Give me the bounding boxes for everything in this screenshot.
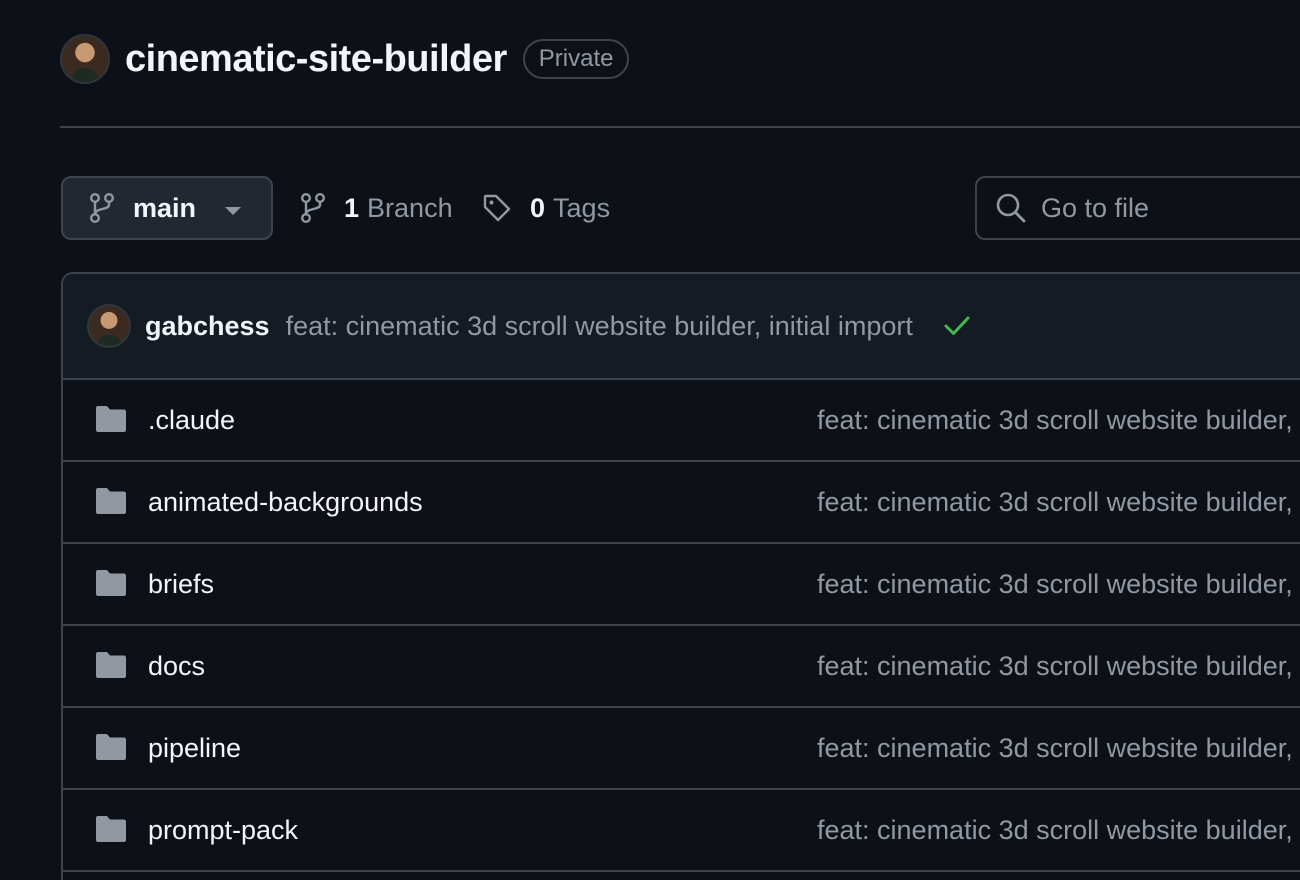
check-icon[interactable] xyxy=(943,314,971,338)
folder-icon xyxy=(96,570,126,596)
go-to-file-input[interactable] xyxy=(1041,192,1300,224)
commit-author-avatar[interactable] xyxy=(87,304,131,348)
file-row[interactable]: briefs feat: cinematic 3d scroll website… xyxy=(63,544,1300,626)
file-name[interactable]: .claude xyxy=(148,405,235,436)
latest-commit-row: gabchess feat: cinematic 3d scroll websi… xyxy=(63,274,1300,380)
file-table: gabchess feat: cinematic 3d scroll websi… xyxy=(61,272,1300,880)
search-icon xyxy=(996,193,1026,223)
tags-link[interactable]: 0 Tags xyxy=(482,188,610,228)
file-commit-message[interactable]: feat: cinematic 3d scroll website builde… xyxy=(817,569,1300,600)
file-commit-message[interactable]: feat: cinematic 3d scroll website builde… xyxy=(817,815,1300,846)
owner-avatar[interactable] xyxy=(60,34,110,84)
git-branch-icon xyxy=(301,193,326,224)
file-row[interactable]: animated-backgrounds feat: cinematic 3d … xyxy=(63,462,1300,544)
folder-icon xyxy=(96,488,126,514)
folder-icon xyxy=(96,652,126,678)
file-name[interactable]: animated-backgrounds xyxy=(148,487,423,518)
folder-icon xyxy=(96,406,126,432)
file-commit-message[interactable]: feat: cinematic 3d scroll website builde… xyxy=(817,405,1300,436)
file-commit-message[interactable]: feat: cinematic 3d scroll website builde… xyxy=(817,487,1300,518)
header-divider xyxy=(60,126,1300,128)
branch-select-button[interactable]: main xyxy=(61,176,273,240)
repo-header: cinematic-site-builder Private xyxy=(60,34,630,84)
branches-count: 1 xyxy=(344,192,360,223)
file-row[interactable]: docs feat: cinematic 3d scroll website b… xyxy=(63,626,1300,708)
branches-link[interactable]: 1 Branch xyxy=(300,188,453,228)
commit-author[interactable]: gabchess xyxy=(145,311,270,342)
tags-count: 0 xyxy=(530,192,546,223)
tags-label: Tags xyxy=(553,192,611,223)
visibility-badge: Private xyxy=(522,39,630,79)
go-to-file-search[interactable] xyxy=(975,176,1300,240)
tag-icon xyxy=(483,194,511,222)
file-row[interactable]: .claude feat: cinematic 3d scroll websit… xyxy=(63,380,1300,462)
branches-label: Branch xyxy=(367,192,453,223)
git-branch-icon xyxy=(90,193,115,224)
file-name[interactable]: prompt-pack xyxy=(148,815,298,846)
file-commit-message[interactable]: feat: cinematic 3d scroll website builde… xyxy=(817,651,1300,682)
file-name[interactable]: pipeline xyxy=(148,733,241,764)
file-row[interactable]: pipeline feat: cinematic 3d scroll websi… xyxy=(63,708,1300,790)
file-commit-message[interactable]: feat: cinematic 3d scroll website builde… xyxy=(817,733,1300,764)
current-branch-label: main xyxy=(133,192,197,223)
file-name[interactable]: briefs xyxy=(148,569,214,600)
file-row[interactable]: prompt-pack feat: cinematic 3d scroll we… xyxy=(63,790,1300,872)
commit-message[interactable]: feat: cinematic 3d scroll website builde… xyxy=(286,311,913,342)
folder-icon xyxy=(96,816,126,842)
repo-name[interactable]: cinematic-site-builder xyxy=(125,38,507,81)
folder-icon xyxy=(96,734,126,760)
chevron-down-icon xyxy=(225,207,241,215)
file-name[interactable]: docs xyxy=(148,651,205,682)
repository-page: cinematic-site-builder Private main 1 Br… xyxy=(0,0,1300,880)
